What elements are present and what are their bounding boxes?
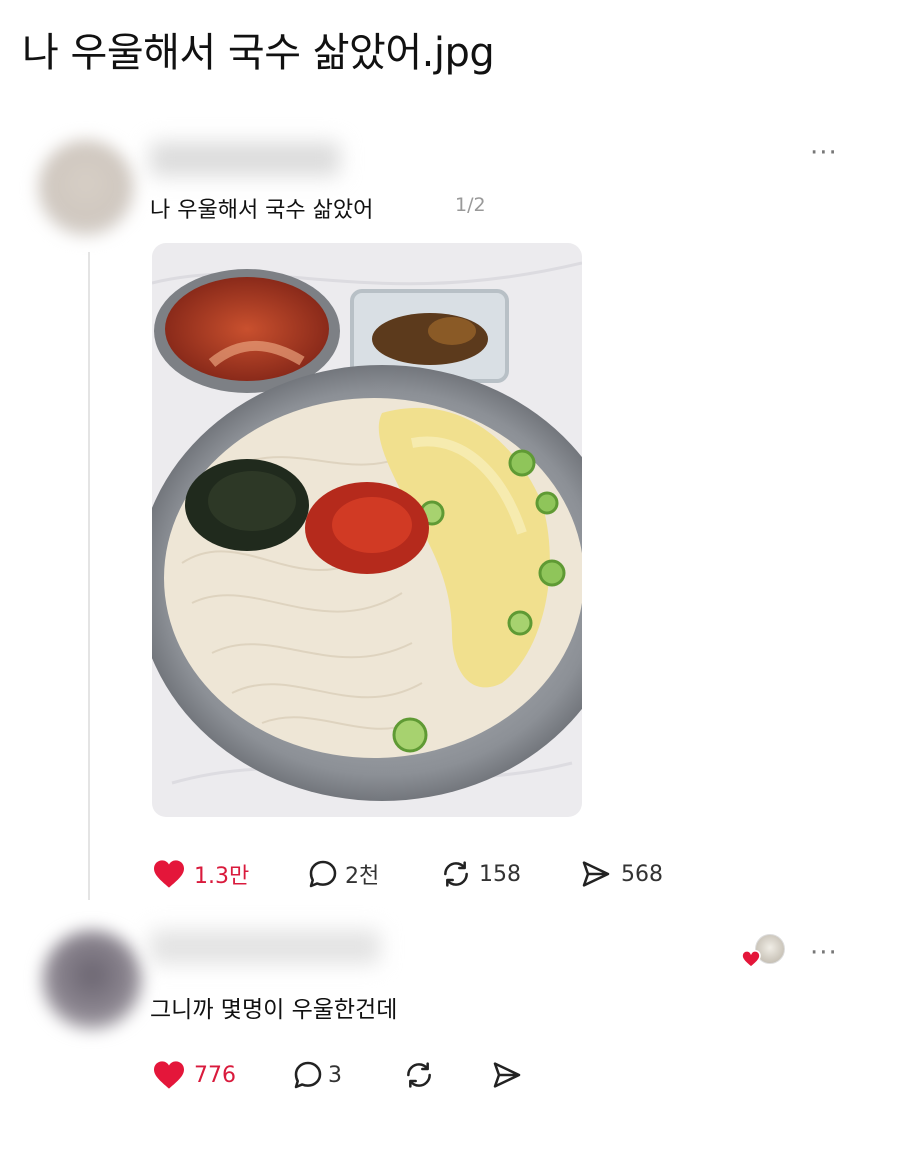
- reply-actions: 776 3: [152, 1058, 550, 1092]
- reply-repost-button[interactable]: [402, 1059, 490, 1091]
- reply-comment-count: 3: [328, 1062, 342, 1088]
- reply-share-button[interactable]: [490, 1059, 550, 1091]
- repost-icon: [402, 1059, 436, 1091]
- reply-like-button[interactable]: 776: [152, 1060, 292, 1090]
- reply-avatar[interactable]: [42, 930, 142, 1030]
- heart-icon: [152, 859, 186, 889]
- repost-button[interactable]: 158: [439, 858, 579, 890]
- reply-comment-button[interactable]: 3: [292, 1059, 402, 1091]
- image-counter: 1/2: [455, 194, 486, 216]
- comment-count: 2천: [345, 864, 380, 889]
- post-actions: 1.3만 2천 158 568: [152, 857, 699, 891]
- share-icon: [490, 1059, 524, 1091]
- reply-text: 그니까 몇명이 우울한건데: [150, 997, 398, 1023]
- post-image[interactable]: [152, 243, 582, 817]
- page-title: 나 우울해서 국수 삶았어.jpg: [22, 30, 495, 76]
- avatar[interactable]: [38, 140, 134, 236]
- share-button[interactable]: 568: [579, 858, 699, 890]
- reply-username-redacted: [150, 930, 380, 964]
- heart-icon: [152, 1060, 186, 1090]
- noodle-photo-illustration: [152, 243, 582, 817]
- repost-icon: [439, 858, 473, 890]
- like-count: 1.3만: [194, 864, 250, 889]
- reply-like-count: 776: [194, 1062, 236, 1088]
- comment-icon: [292, 1059, 324, 1091]
- share-icon: [579, 858, 613, 890]
- comment-button[interactable]: 2천: [307, 858, 439, 890]
- post-text: 나 우울해서 국수 삶았어: [150, 198, 374, 223]
- username-redacted: [150, 142, 340, 176]
- thread-line: [88, 252, 90, 900]
- share-count: 568: [621, 861, 663, 887]
- author-liked-badge: [741, 934, 785, 970]
- like-button[interactable]: 1.3만: [152, 858, 307, 890]
- repost-count: 158: [479, 861, 521, 887]
- more-icon[interactable]: ···: [810, 140, 838, 166]
- comment-icon: [307, 858, 339, 890]
- heart-icon: [741, 949, 761, 972]
- reply-more-icon[interactable]: ···: [810, 940, 838, 966]
